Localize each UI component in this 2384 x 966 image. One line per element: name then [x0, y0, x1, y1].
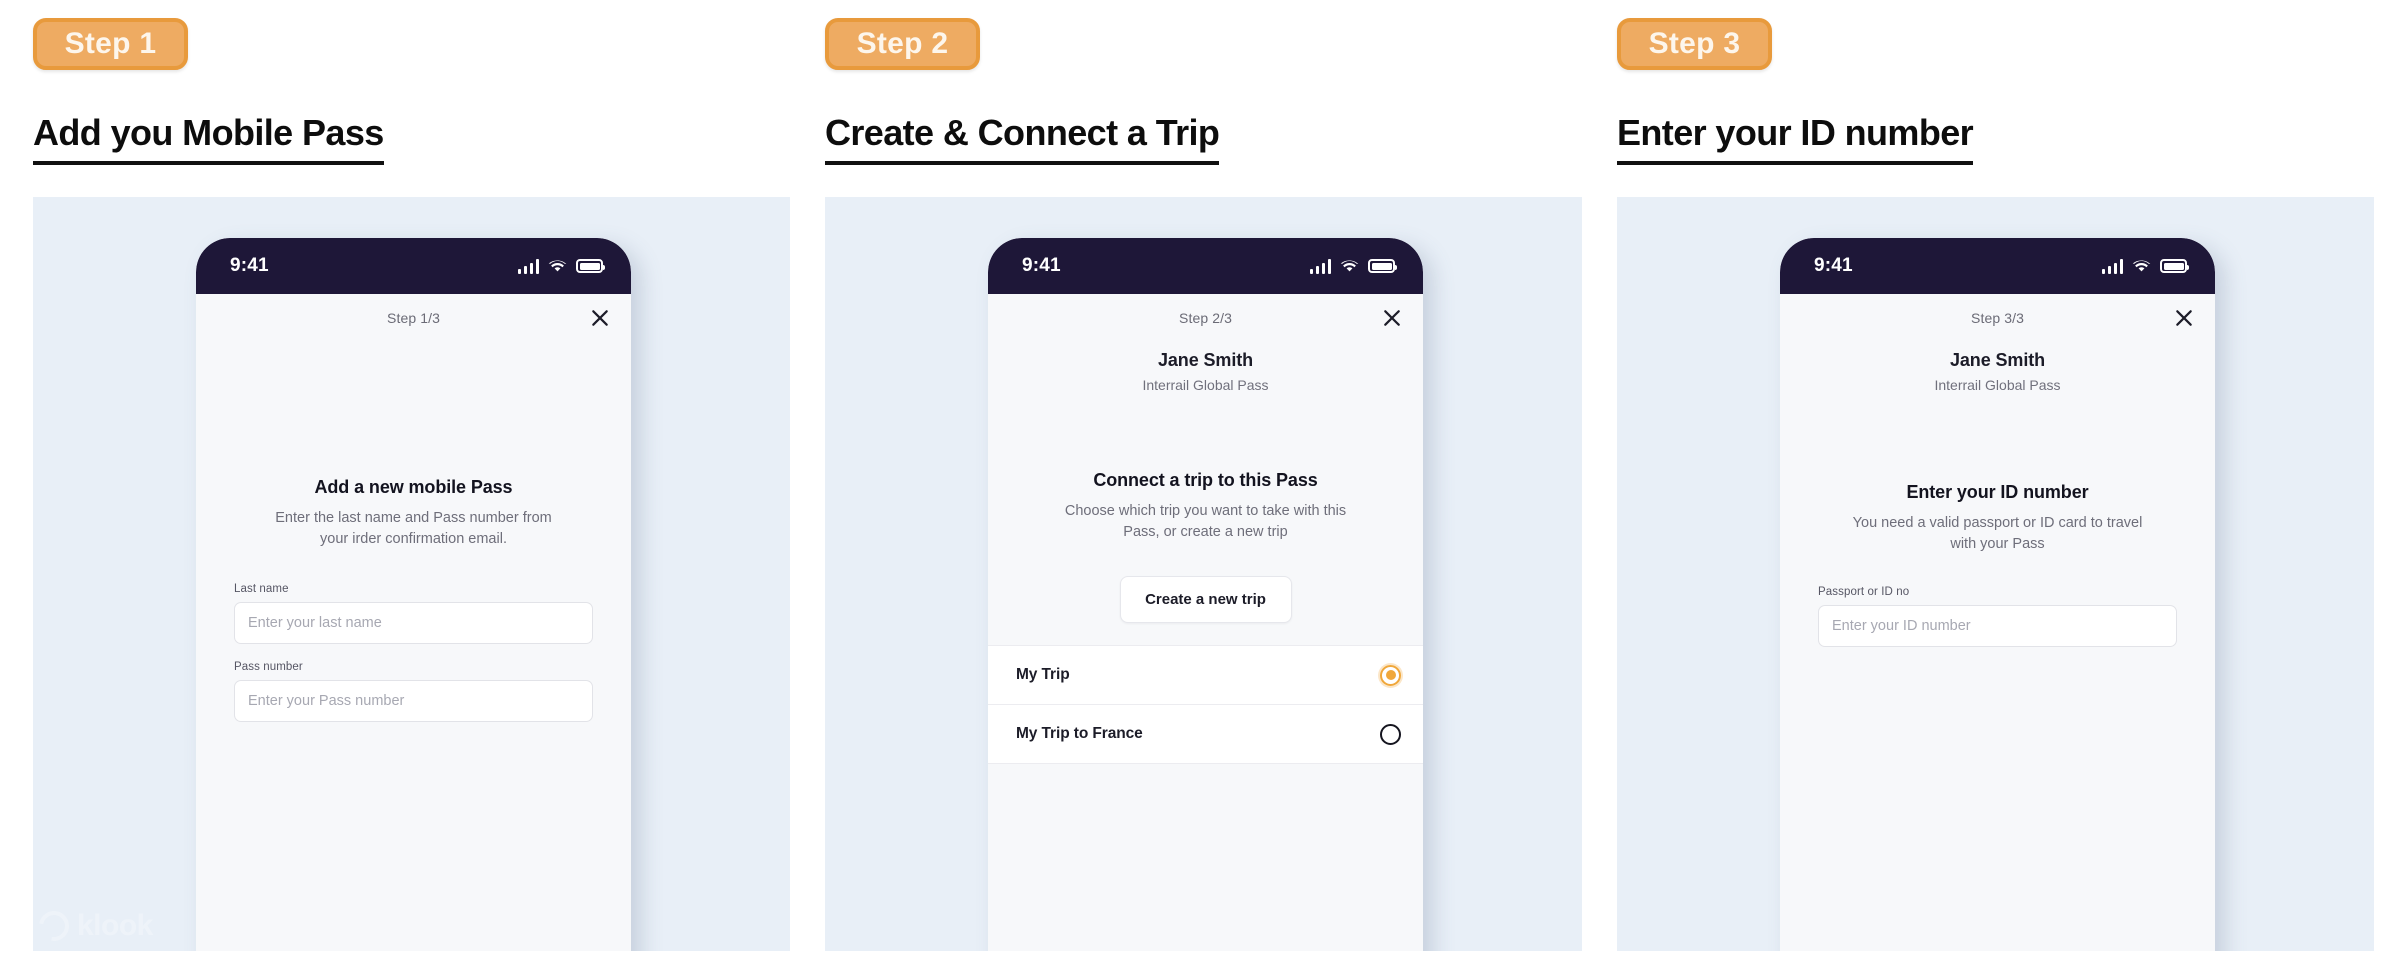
sheet-body: Enter your ID number You need a valid pa… — [1780, 482, 2215, 648]
trip-label: My Trip to France — [1016, 725, 1143, 742]
wifi-icon — [2132, 259, 2151, 273]
block-title: Enter your ID number — [1906, 482, 2089, 502]
phone-status-bar: 9:41 — [196, 238, 631, 294]
phone-mockup-1: 9:41 Step 1/3 Add a new mobile Pass Ente… — [196, 238, 631, 951]
klook-logo-icon — [33, 905, 75, 947]
step-column-1: Step 1 Add you Mobile Pass klook 9:41 St… — [33, 0, 790, 966]
pass-holder-info: Jane Smith Interrail Global Pass — [988, 350, 1423, 393]
trip-list-item[interactable]: My Trip — [988, 646, 1423, 705]
close-icon[interactable] — [587, 305, 613, 331]
phone-sheet-2: Step 2/3 Jane Smith Interrail Global Pas… — [988, 294, 1423, 951]
steps-board: Step 1 Add you Mobile Pass klook 9:41 St… — [0, 0, 2384, 966]
field-label: Passport or ID no — [1818, 586, 1910, 599]
field-label: Last name — [234, 583, 289, 596]
block-title: Connect a trip to this Pass — [1093, 470, 1318, 490]
step-badge-label: Step 1 — [64, 27, 157, 60]
step-counter: Step 3/3 — [1971, 310, 2024, 326]
field-passport-id: Passport or ID no — [1818, 586, 2177, 648]
step-badge-2: Step 2 — [825, 18, 980, 70]
step-stage-3: 9:41 Step 3/3 Jane Smith Interrail Globa… — [1617, 197, 2374, 951]
step-stage-1: klook 9:41 Step 1/3 Add a new mobile Pas… — [33, 197, 790, 951]
step-heading-3: Enter your ID number — [1617, 112, 1974, 165]
phone-sheet-1: Step 1/3 Add a new mobile Pass Enter the… — [196, 294, 631, 951]
sheet-header: Step 2/3 — [988, 294, 1423, 342]
klook-watermark: klook — [33, 905, 153, 947]
step-badge-label: Step 3 — [1648, 27, 1741, 60]
pass-holder-info: Jane Smith Interrail Global Pass — [1780, 350, 2215, 393]
pass-number-input[interactable] — [234, 680, 593, 723]
block-subtitle: Enter the last name and Pass number from… — [275, 510, 552, 547]
signal-bars-icon — [1309, 258, 1331, 274]
pass-holder-name: Jane Smith — [1949, 350, 2046, 370]
step-counter: Step 2/3 — [1179, 310, 1232, 326]
phone-sheet-3: Step 3/3 Jane Smith Interrail Global Pas… — [1780, 294, 2215, 951]
trip-list: My Trip My Trip to France — [988, 645, 1423, 764]
phone-status-bar: 9:41 — [1780, 238, 2215, 294]
step-badge-1: Step 1 — [33, 18, 188, 70]
close-icon[interactable] — [1379, 305, 1405, 331]
pass-holder-name: Jane Smith — [1157, 350, 1254, 370]
status-icons — [517, 258, 605, 274]
signal-bars-icon — [2101, 258, 2123, 274]
field-label: Pass number — [234, 661, 303, 674]
trip-list-item[interactable]: My Trip to France — [988, 705, 1423, 764]
step-counter: Step 1/3 — [387, 310, 440, 326]
radio-unselected-icon[interactable] — [1380, 723, 1401, 745]
radio-selected-icon[interactable] — [1380, 664, 1401, 686]
create-new-trip-button[interactable]: Create a new trip — [1119, 576, 1292, 624]
signal-bars-icon — [517, 258, 539, 274]
step-badge-3: Step 3 — [1617, 18, 1772, 70]
status-time: 9:41 — [1814, 255, 1853, 276]
phone-status-bar: 9:41 — [988, 238, 1423, 294]
status-icons — [2101, 258, 2189, 274]
last-name-input[interactable] — [234, 602, 593, 645]
phone-mockup-3: 9:41 Step 3/3 Jane Smith Interrail Globa… — [1780, 238, 2215, 951]
block-subtitle: You need a valid passport or ID card to … — [1852, 515, 2143, 552]
battery-full-icon — [576, 259, 605, 273]
sheet-header: Step 1/3 — [196, 294, 631, 342]
step-badge-label: Step 2 — [856, 27, 949, 60]
block-subtitle: Choose which trip you want to take with … — [1064, 503, 1347, 540]
wifi-icon — [1340, 259, 1359, 273]
id-number-input[interactable] — [1818, 605, 2177, 648]
step-stage-2: 9:41 Step 2/3 Jane Smith Interrail Globa… — [825, 197, 1582, 951]
step-heading-2: Create & Connect a Trip — [825, 112, 1220, 165]
status-time: 9:41 — [1022, 255, 1061, 276]
form-fields: Last name Pass number — [196, 583, 631, 723]
pass-type-label: Interrail Global Pass — [1934, 377, 2061, 393]
step-column-2: Step 2 Create & Connect a Trip 9:41 Step… — [825, 0, 1582, 966]
status-icons — [1309, 258, 1397, 274]
wifi-icon — [548, 259, 567, 273]
block-title: Add a new mobile Pass — [314, 477, 513, 497]
battery-full-icon — [2160, 259, 2189, 273]
watermark-label: klook — [77, 909, 153, 942]
status-time: 9:41 — [230, 255, 269, 276]
phone-mockup-2: 9:41 Step 2/3 Jane Smith Interrail Globa… — [988, 238, 1423, 951]
sheet-body: Add a new mobile Pass Enter the last nam… — [196, 477, 631, 723]
sheet-body: Connect a trip to this Pass Choose which… — [988, 470, 1423, 624]
pass-type-label: Interrail Global Pass — [1142, 377, 1269, 393]
step-column-3: Step 3 Enter your ID number 9:41 Step 3/… — [1617, 0, 2374, 966]
step-heading-1: Add you Mobile Pass — [33, 112, 384, 165]
close-icon[interactable] — [2171, 305, 2197, 331]
battery-full-icon — [1368, 259, 1397, 273]
field-pass-number: Pass number — [234, 661, 593, 723]
sheet-header: Step 3/3 — [1780, 294, 2215, 342]
field-last-name: Last name — [234, 583, 593, 645]
form-fields: Passport or ID no — [1780, 586, 2215, 648]
trip-label: My Trip — [1016, 666, 1070, 683]
